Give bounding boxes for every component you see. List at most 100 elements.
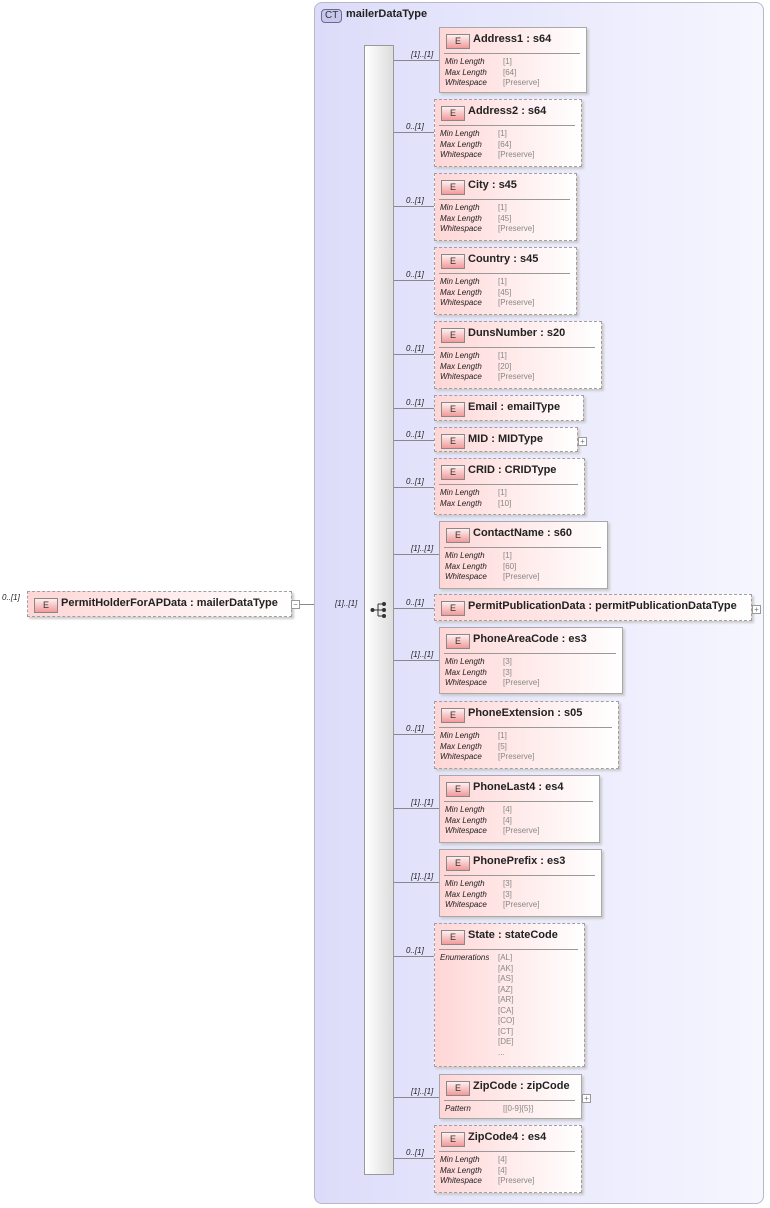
facet-name: Min Length <box>440 731 480 740</box>
facets: Min Length [3] Max Length [3] Whitespace [Pre… <box>445 879 539 911</box>
element-type: s64 <box>532 33 552 45</box>
facet-row: Enumerations [AL] [AK] [AS] [AZ] [AR] [CA… <box>440 953 514 1058</box>
element-phoneareacode[interactable]: E PhoneAreaCode : es3 Min Length [3] Max Le… <box>439 627 623 694</box>
element-phoneextension[interactable]: E PhoneExtension : s05 Min Length [1] Max L… <box>434 701 619 769</box>
root-element-permitholderforapdata[interactable]: E PermitHolderForAPData : mailerDataType <box>27 591 292 617</box>
element-icon: E <box>441 930 465 945</box>
facet-row: Max Length [4] <box>440 1166 534 1177</box>
collapse-icon[interactable]: − <box>291 600 300 609</box>
element-address2[interactable]: E Address2 : s64 Min Length [1] Max Length [… <box>434 99 582 167</box>
facets: Min Length [1] Max Length [45] Whitespace [Pr… <box>440 203 534 235</box>
facet-value: [Preserve] <box>503 826 540 835</box>
element-state[interactable]: E State : stateCode Enumerations [AL] [AK]… <box>434 923 585 1067</box>
facet-name: Whitespace <box>440 1176 482 1185</box>
facet-value: [5] <box>498 741 507 751</box>
element-icon: E <box>441 402 465 417</box>
facet-row: Max Length [45] <box>440 288 534 299</box>
connector-line <box>394 354 434 355</box>
element-name: Address1 <box>473 33 524 45</box>
element-icon: E <box>446 856 470 871</box>
facet-row: Whitespace [Preserve] <box>445 572 539 583</box>
divider <box>439 484 578 485</box>
element-occurs: [1]..[1] <box>411 50 434 59</box>
element-phoneprefix[interactable]: E PhonePrefix : es3 Min Length [3] Max Leng… <box>439 849 602 917</box>
element-name: Address2 <box>468 105 519 117</box>
element-icon: E <box>441 106 465 121</box>
element-icon: E <box>446 782 470 797</box>
facet-value: [10] <box>498 498 512 508</box>
facets: Min Length [3] Max Length [3] Whitespace [Pre… <box>445 657 539 689</box>
facet-value: [Preserve] <box>498 1176 535 1185</box>
facet-name: Max Length <box>445 67 487 77</box>
facets: Min Length [1] Max Length [60] Whitespace [Pr… <box>445 551 539 583</box>
element-icon: E <box>441 601 465 616</box>
facet-name: Enumerations <box>440 953 490 962</box>
element-name: ZipCode <box>473 1080 517 1092</box>
facet-row: Min Length [1] <box>445 551 539 562</box>
facet-row: Min Length [1] <box>440 488 511 499</box>
facet-row: Whitespace [Preserve] <box>445 826 539 837</box>
facet-name: Min Length <box>440 1155 480 1164</box>
facet-value: [3] <box>503 889 512 899</box>
facet-name: Min Length <box>445 57 485 66</box>
divider <box>444 875 595 876</box>
facet-row: Max Length [60] <box>445 562 539 573</box>
element-permitpublicationdata[interactable]: E PermitPublicationData : permitPublicat… <box>434 594 752 621</box>
element-occurs: 0..[1] <box>406 398 424 407</box>
facet-row: Whitespace [Preserve] <box>445 678 539 689</box>
element-type: zipCode <box>526 1080 570 1092</box>
element-occurs: 0..[1] <box>406 196 424 205</box>
element-icon: E <box>441 465 465 480</box>
element-crid[interactable]: E CRID : CRIDType Min Length [1] Max Length… <box>434 458 585 515</box>
element-icon: E <box>441 708 465 723</box>
divider <box>439 727 612 728</box>
expand-icon[interactable]: + <box>752 605 761 614</box>
element-city[interactable]: E City : s45 Min Length [1] Max Length [45] W… <box>434 173 577 241</box>
facets: Min Length [1] Max Length [10] <box>440 488 511 509</box>
complex-type-title: mailerDataType <box>346 8 428 20</box>
element-email[interactable]: E Email : emailType <box>434 395 584 421</box>
element-icon: E <box>441 434 465 449</box>
connector-line <box>394 440 434 441</box>
element-type: es3 <box>546 855 566 867</box>
element-phonelast4[interactable]: E PhoneLast4 : es4 Min Length [4] Max Lengt… <box>439 775 600 843</box>
element-contactname[interactable]: E ContactName : s60 Min Length [1] Max Leng… <box>439 521 608 589</box>
element-label: DunsNumber : s20 <box>468 327 566 339</box>
facet-name: Max Length <box>445 561 487 571</box>
facet-name: Max Length <box>440 741 482 751</box>
connector-line <box>394 60 439 61</box>
facet-value: [1] <box>498 731 507 740</box>
element-type: es3 <box>568 633 587 645</box>
element-label: PhoneAreaCode : es3 <box>473 633 587 645</box>
element-address1[interactable]: E Address1 : s64 Min Length [1] Max Length [… <box>439 27 587 93</box>
facet-name: Whitespace <box>445 678 487 687</box>
divider <box>439 1151 575 1152</box>
element-occurs: [1]..[1] <box>411 798 434 807</box>
expand-icon[interactable]: + <box>582 1094 591 1103</box>
expand-icon[interactable]: + <box>578 437 587 446</box>
connector-line <box>394 280 434 281</box>
element-name: DunsNumber <box>468 327 538 339</box>
element-zipcode4[interactable]: E ZipCode4 : es4 Min Length [4] Max Length [… <box>434 1125 582 1193</box>
facet-value: [1] <box>498 351 507 360</box>
element-mid[interactable]: E MID : MIDType <box>434 427 578 452</box>
connector-line <box>394 882 439 883</box>
element-name: Country <box>468 253 511 265</box>
facet-name: Whitespace <box>445 572 487 581</box>
element-occurs: 0..[1] <box>406 724 424 733</box>
element-country[interactable]: E Country : s45 Min Length [1] Max Length [4… <box>434 247 577 315</box>
divider <box>439 949 578 950</box>
facet-name: Min Length <box>440 203 480 212</box>
facet-value: [64] <box>503 67 517 77</box>
element-icon: E <box>441 328 465 343</box>
facet-value: [Preserve] <box>498 150 535 159</box>
element-zipcode[interactable]: E ZipCode : zipCode Pattern [[0-9]{5}] <box>439 1074 582 1119</box>
facet-row: Max Length [20] <box>440 362 534 373</box>
element-label: City : s45 <box>468 179 517 191</box>
element-dunsnumber[interactable]: E DunsNumber : s20 Min Length [1] Max Lengt… <box>434 321 602 389</box>
facet-name: Max Length <box>440 287 482 297</box>
facets: Min Length [1] Max Length [45] Whitespace [Pr… <box>440 277 534 309</box>
facet-name: Whitespace <box>440 298 482 307</box>
facet-value: [Preserve] <box>503 572 540 581</box>
facet-name: Max Length <box>440 213 482 223</box>
